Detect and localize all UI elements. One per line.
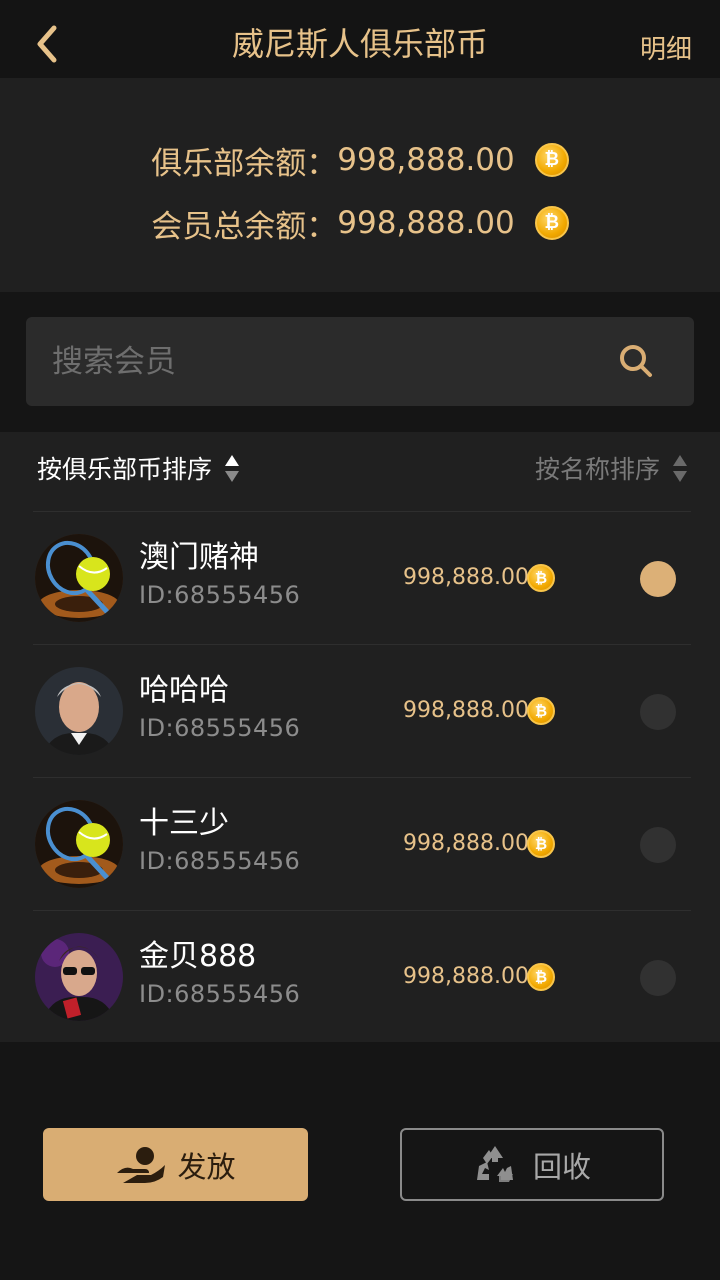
club-balance-value: 998,888.00 bbox=[337, 142, 515, 178]
sunglasses-avatar bbox=[35, 933, 123, 1021]
issue-label: 发放 bbox=[177, 1149, 236, 1184]
select-radio[interactable] bbox=[640, 960, 676, 996]
search-icon[interactable] bbox=[618, 343, 654, 379]
bitcoin-coin-icon: ₿ bbox=[527, 697, 555, 725]
recycle-label: 回收 bbox=[532, 1149, 591, 1184]
header-bar: 威尼斯人俱乐部币 明细 bbox=[0, 0, 720, 78]
member-name: 哈哈哈 bbox=[139, 673, 229, 708]
member-row[interactable]: 金贝888 ID:68555456 998,888.00 ₿ bbox=[33, 910, 691, 1043]
sort-by-name-label: 按名称排序 bbox=[534, 455, 660, 484]
sort-by-coin-button[interactable]: 按俱乐部币排序 bbox=[37, 450, 240, 490]
recycle-button[interactable]: 回收 bbox=[400, 1128, 664, 1201]
member-amount: 998,888.00 bbox=[403, 565, 529, 590]
search-input[interactable] bbox=[52, 339, 572, 385]
member-name: 金贝888 bbox=[139, 939, 257, 974]
member-balance-value: 998,888.00 bbox=[337, 205, 515, 241]
member-row[interactable]: 澳门赌神 ID:68555456 998,888.00 ₿ bbox=[33, 511, 691, 644]
member-list-panel: 按俱乐部币排序 按名称排序 澳门赌神 ID:68555456 998,888.0… bbox=[0, 432, 720, 1042]
member-id: ID:68555456 bbox=[139, 847, 301, 875]
bitcoin-coin-icon: ₿ bbox=[527, 963, 555, 991]
member-name: 十三少 bbox=[139, 806, 229, 841]
balance-panel: 俱乐部余额： 998,888.00 ₿ 会员总余额： 998,888.00 ₿ bbox=[0, 78, 720, 292]
detail-link[interactable]: 明细 bbox=[640, 30, 692, 70]
member-row[interactable]: 哈哈哈 ID:68555456 998,888.00 ₿ bbox=[33, 644, 691, 777]
member-id: ID:68555456 bbox=[139, 980, 301, 1008]
member-name: 澳门赌神 bbox=[139, 540, 259, 575]
member-amount: 998,888.00 bbox=[403, 964, 529, 989]
select-radio[interactable] bbox=[640, 561, 676, 597]
search-bar bbox=[26, 317, 694, 406]
bitcoin-coin-icon: ₿ bbox=[534, 143, 569, 177]
member-id: ID:68555456 bbox=[139, 581, 301, 609]
hand-coin-icon bbox=[117, 1146, 166, 1183]
bitcoin-coin-icon: ₿ bbox=[527, 564, 555, 592]
sort-by-coin-label: 按俱乐部币排序 bbox=[37, 455, 213, 484]
search-section bbox=[0, 292, 720, 432]
bitcoin-coin-icon: ₿ bbox=[534, 206, 569, 240]
member-amount: 998,888.00 bbox=[403, 698, 529, 723]
club-balance-label: 俱乐部余额： bbox=[151, 145, 338, 182]
member-id: ID:68555456 bbox=[139, 714, 301, 742]
sort-arrows-icon bbox=[224, 455, 240, 485]
tennis-avatar bbox=[35, 800, 123, 888]
club-balance-row: 俱乐部余额： 998,888.00 ₿ bbox=[0, 135, 720, 185]
issue-button[interactable]: 发放 bbox=[43, 1128, 308, 1201]
member-amount: 998,888.00 bbox=[403, 831, 529, 856]
tennis-avatar bbox=[35, 534, 123, 622]
bitcoin-coin-icon: ₿ bbox=[527, 830, 555, 858]
gentleman-avatar bbox=[35, 667, 123, 755]
sort-by-name-button[interactable]: 按名称排序 bbox=[535, 450, 688, 490]
page-title: 威尼斯人俱乐部币 bbox=[231, 25, 488, 63]
sort-arrows-icon bbox=[672, 455, 688, 485]
select-radio[interactable] bbox=[640, 694, 676, 730]
recycle-icon bbox=[476, 1145, 513, 1182]
member-balance-label: 会员总余额： bbox=[151, 208, 338, 245]
select-radio[interactable] bbox=[640, 827, 676, 863]
member-row[interactable]: 十三少 ID:68555456 998,888.00 ₿ bbox=[33, 777, 691, 910]
member-balance-row: 会员总余额： 998,888.00 ₿ bbox=[0, 198, 720, 248]
